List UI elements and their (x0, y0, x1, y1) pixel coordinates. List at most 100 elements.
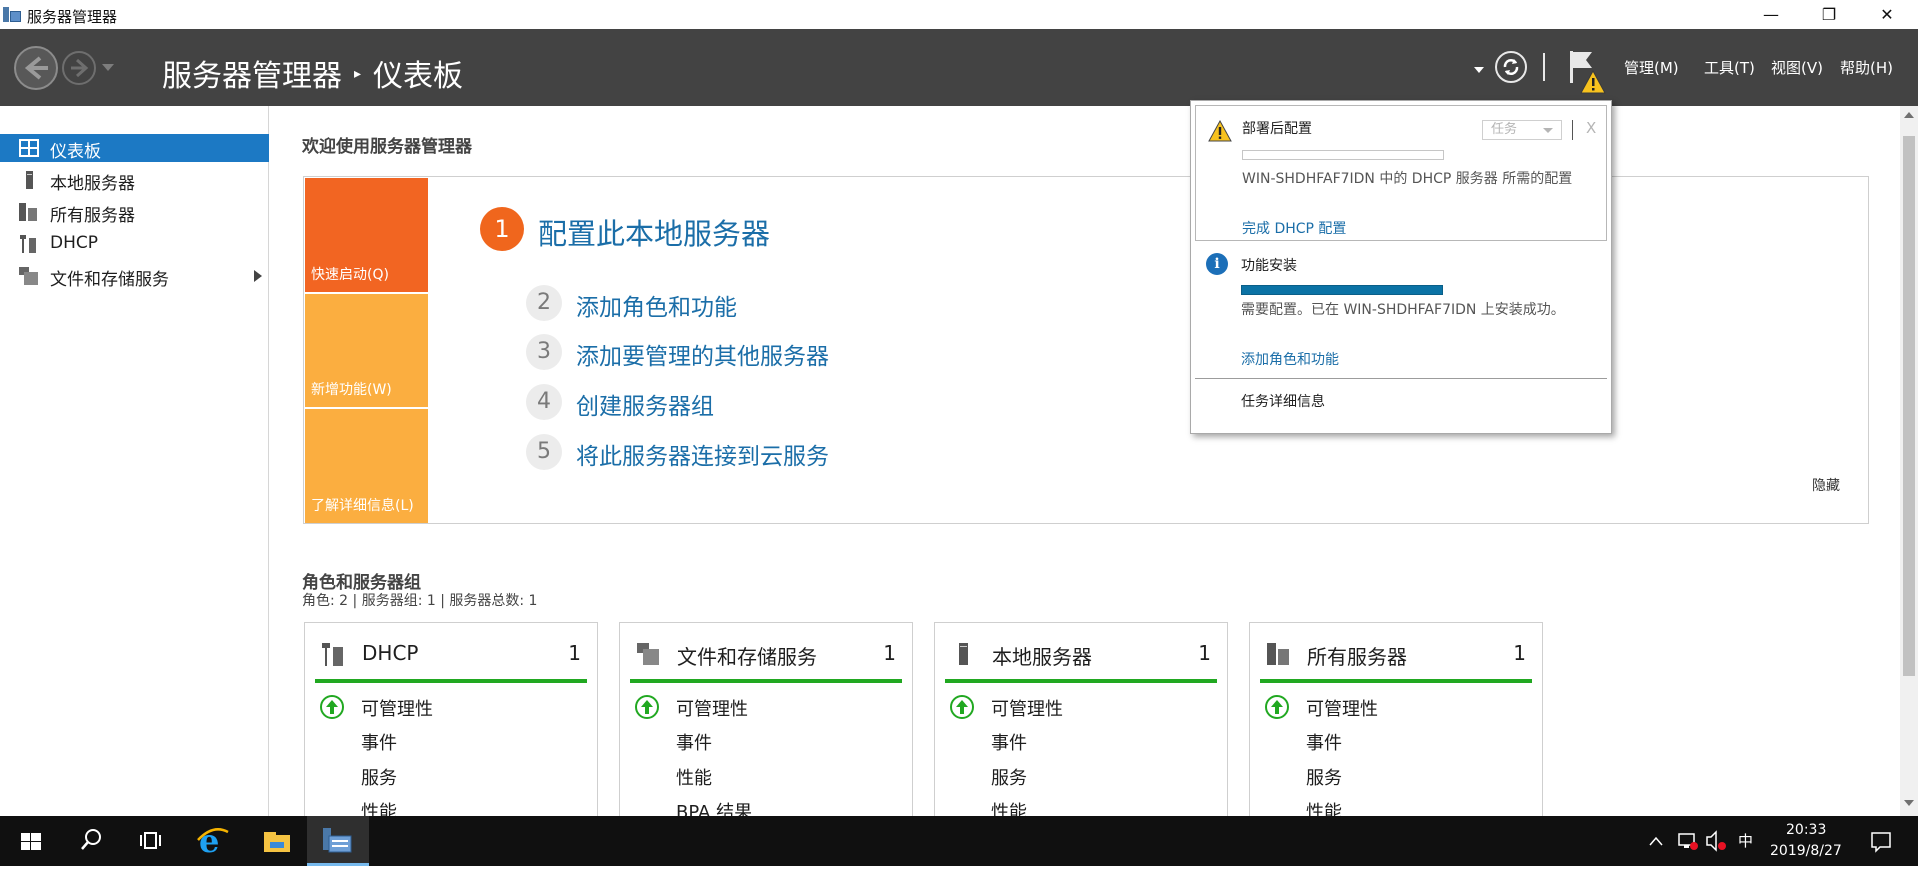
roles-subtitle: 角色: 2 | 服务器组: 1 | 服务器总数: 1 (302, 593, 538, 609)
close-button[interactable]: ✕ (1858, 0, 1916, 29)
sidebar-item-dhcp[interactable]: DHCP (0, 230, 269, 258)
card-row[interactable]: 服务 (1306, 764, 1342, 790)
notification-title: 部署后配置 (1242, 121, 1312, 137)
expand-arrow-icon[interactable] (254, 270, 262, 282)
restore-button[interactable]: ❐ (1800, 0, 1858, 29)
menu-view[interactable]: 视图(V) (1771, 57, 1823, 78)
server-manager-icon (323, 828, 352, 853)
role-card-dhcp[interactable]: DHCP 1 可管理性 事件 服务 性能 (304, 622, 598, 823)
step-link[interactable]: 将此服务器连接到云服务 (576, 437, 829, 471)
card-row[interactable]: 服务 (361, 764, 397, 790)
network-disconnected-icon (1678, 833, 1698, 850)
card-row-manageability[interactable]: 可管理性 (1306, 695, 1378, 721)
show-hidden-icons-button[interactable] (1646, 816, 1666, 866)
sidebar-item-label: 仪表板 (50, 142, 101, 162)
card-row[interactable]: 服务 (991, 764, 1027, 790)
back-button[interactable] (14, 46, 58, 90)
warning-icon (1208, 120, 1232, 142)
dhcp-icon (20, 235, 36, 253)
start-icon (21, 833, 41, 850)
clock-time[interactable]: 20:33 (1786, 822, 1826, 838)
sidebar-item-local-server[interactable]: 本地服务器 (0, 166, 269, 194)
breadcrumb-current: 仪表板 (373, 59, 464, 94)
file-storage-icon (637, 643, 659, 665)
file-explorer-button[interactable] (260, 816, 294, 866)
notification-description: 需要配置。已在 WIN-SHDHFAF7IDN 上安装成功。 (1241, 302, 1565, 318)
sidebar-item-all-servers[interactable]: 所有服务器 (0, 198, 269, 226)
tile-learn-more[interactable]: 了解详细信息(L) (305, 409, 428, 523)
hide-link[interactable]: 隐藏 (1812, 475, 1840, 495)
card-count: 1 (1198, 641, 1211, 665)
card-row-manageability[interactable]: 可管理性 (991, 695, 1063, 721)
sidebar-item-dashboard[interactable]: 仪表板 (0, 134, 269, 162)
server-manager-taskbar-button[interactable] (307, 816, 369, 866)
tile-label: 快速启动(Q) (311, 267, 389, 283)
step-number: 4 (526, 384, 562, 420)
card-row[interactable]: 事件 (361, 729, 397, 755)
step-link[interactable]: 创建服务器组 (576, 387, 714, 421)
action-center-icon (1871, 832, 1891, 853)
role-card-file-storage[interactable]: 文件和存储服务 1 可管理性 事件 性能 BPA 结果 (619, 622, 913, 823)
scroll-down-icon[interactable] (1904, 800, 1914, 806)
popup-divider (1195, 378, 1607, 379)
tasks-dropdown[interactable]: 任务 (1482, 120, 1562, 140)
step-link[interactable]: 配置此本地服务器 (538, 211, 770, 253)
forward-button[interactable] (62, 51, 96, 85)
step-number: 3 (526, 334, 562, 370)
close-notification-button[interactable]: X (1586, 119, 1596, 137)
start-button[interactable] (16, 816, 46, 866)
volume-tray-button[interactable] (1704, 816, 1728, 866)
volume-muted-icon (1706, 830, 1726, 852)
breadcrumb-root[interactable]: 服务器管理器 (162, 59, 342, 94)
scroll-up-icon[interactable] (1904, 112, 1914, 118)
complete-dhcp-config-link[interactable]: 完成 DHCP 配置 (1242, 218, 1346, 238)
status-up-icon (635, 695, 659, 719)
clock-date[interactable]: 2019/8/27 (1770, 843, 1842, 859)
network-tray-button[interactable] (1676, 816, 1700, 866)
role-card-all-servers[interactable]: 所有服务器 1 可管理性 事件 服务 性能 (1249, 622, 1543, 823)
card-row[interactable]: 事件 (676, 729, 712, 755)
progress-bar-empty (1242, 150, 1444, 160)
card-row-manageability[interactable]: 可管理性 (676, 695, 748, 721)
local-server-icon (959, 643, 968, 665)
vertical-scrollbar[interactable] (1900, 106, 1918, 816)
role-card-local-server[interactable]: 本地服务器 1 可管理性 事件 服务 性能 (934, 622, 1228, 823)
add-roles-features-link[interactable]: 添加角色和功能 (1241, 349, 1339, 369)
card-row[interactable]: 事件 (1306, 729, 1342, 755)
task-details-link[interactable]: 任务详细信息 (1241, 391, 1325, 411)
ime-indicator[interactable]: 中 (1738, 830, 1753, 851)
step-link[interactable]: 添加要管理的其他服务器 (576, 337, 829, 371)
step-number: 2 (526, 285, 562, 321)
window-title: 服务器管理器 (27, 8, 118, 26)
refresh-icon (1503, 59, 1519, 75)
minimize-button[interactable]: — (1742, 0, 1800, 29)
history-dropdown-icon[interactable] (102, 64, 114, 71)
sidebar-item-file-storage[interactable]: 文件和存储服务 (0, 262, 269, 290)
welcome-panel: 快速启动(Q) 新增功能(W) 了解详细信息(L) 1 配置此本地服务器 2 添… (303, 176, 1869, 524)
notifications-popup: 部署后配置 任务 X WIN-SHDHFAF7IDN 中的 DHCP 服务器 所… (1190, 100, 1612, 434)
task-view-button[interactable] (136, 816, 166, 866)
scroll-thumb[interactable] (1903, 136, 1915, 676)
refresh-button[interactable] (1495, 51, 1527, 83)
notifications-flag-button[interactable] (1566, 49, 1606, 94)
chevron-down-icon (1543, 128, 1553, 133)
action-center-button[interactable] (1866, 816, 1896, 866)
notification-description: WIN-SHDHFAF7IDN 中的 DHCP 服务器 所需的配置 (1242, 171, 1573, 187)
tile-whats-new[interactable]: 新增功能(W) (305, 294, 428, 407)
local-server-icon (26, 171, 33, 189)
internet-explorer-button[interactable]: e (196, 816, 230, 866)
tile-quick-start[interactable]: 快速启动(Q) (305, 178, 428, 292)
menu-manage[interactable]: 管理(M) (1624, 57, 1679, 78)
search-button[interactable] (76, 816, 106, 866)
card-row-manageability[interactable]: 可管理性 (361, 695, 433, 721)
menu-help[interactable]: 帮助(H) (1840, 57, 1893, 78)
all-servers-icon (1267, 643, 1289, 665)
header-dropdown-icon[interactable] (1474, 67, 1484, 73)
card-row[interactable]: 事件 (991, 729, 1027, 755)
step-link[interactable]: 添加角色和功能 (576, 288, 737, 322)
card-count: 1 (883, 641, 896, 665)
notification-post-deploy: 部署后配置 任务 X WIN-SHDHFAF7IDN 中的 DHCP 服务器 所… (1195, 105, 1607, 241)
card-row[interactable]: 性能 (676, 764, 712, 790)
breadcrumb: 服务器管理器 ▸ 仪表板 (162, 51, 463, 95)
menu-tools[interactable]: 工具(T) (1704, 57, 1755, 78)
